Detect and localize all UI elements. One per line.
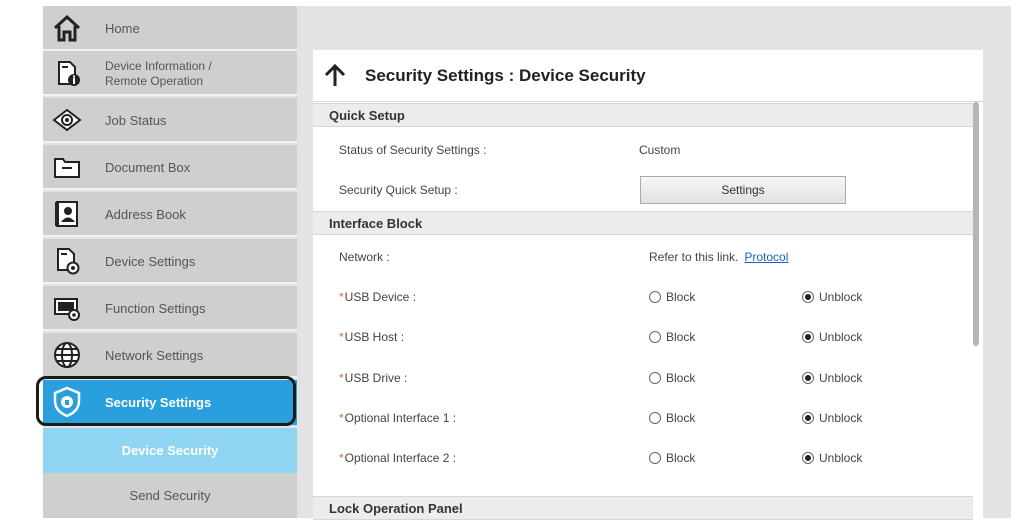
radio-circle	[802, 452, 814, 464]
radio-circle	[649, 372, 661, 384]
radio-circle	[649, 412, 661, 424]
sidebar-item-label: Device Information / Remote Operation	[105, 51, 212, 96]
radio-circle	[802, 291, 814, 303]
network-label: Network :	[339, 250, 390, 264]
sidebar-item-label: Address Book	[105, 207, 186, 222]
usb-drive-unblock-radio[interactable]: Unblock	[802, 368, 862, 388]
device-settings-icon	[51, 245, 83, 277]
address-book-icon	[51, 198, 83, 230]
page-title-bar: Security Settings : Device Security	[313, 50, 983, 102]
focus-ring	[36, 376, 296, 426]
arrow-up-icon[interactable]	[323, 63, 347, 93]
folder-icon	[51, 151, 83, 183]
page-title: Security Settings : Device Security	[365, 66, 646, 85]
sidebar-item-label: Function Settings	[105, 301, 206, 316]
section-header-quick-setup: Quick Setup	[313, 103, 973, 127]
radio-circle	[649, 291, 661, 303]
home-icon	[51, 12, 83, 44]
sidebar-item-job-status[interactable]: Job Status	[43, 98, 297, 143]
sidebar-item-label: Job Status	[105, 113, 167, 128]
usb-device-label: * USB Device :	[339, 290, 417, 304]
sidebar-item-security-settings[interactable]: Security Settings	[36, 376, 297, 426]
optional-interface-1-label: * Optional Interface 1 :	[339, 411, 457, 425]
optional-interface-2-unblock-radio[interactable]: Unblock	[802, 448, 862, 468]
label-line-2: Remote Operation	[105, 73, 204, 88]
section-header-interface-block: Interface Block	[313, 211, 973, 235]
usb-host-label: * USB Host :	[339, 330, 405, 344]
protocol-link[interactable]: Protocol	[744, 250, 788, 264]
security-quick-setup-label: Security Quick Setup :	[339, 183, 458, 197]
sidebar-item-home[interactable]: Home	[43, 6, 297, 51]
radio-circle	[649, 452, 661, 464]
sidebar-item-device-settings[interactable]: Device Settings	[43, 239, 297, 284]
status-of-security-value: Custom	[639, 143, 681, 157]
sidebar-subitem-device-security[interactable]: Device Security	[43, 428, 297, 473]
network-value: Refer to this link. Protocol	[649, 247, 788, 267]
optional-interface-1-unblock-radio[interactable]: Unblock	[802, 408, 862, 428]
radio-circle	[649, 331, 661, 343]
sidebar-subitem-send-security[interactable]: Send Security	[43, 473, 297, 518]
function-settings-icon	[51, 292, 83, 324]
sidebar-item-document-box[interactable]: Document Box	[43, 145, 297, 190]
section-header-lock-operation-panel: Lock Operation Panel	[313, 496, 973, 520]
sidebar-item-label: Network Settings	[105, 348, 204, 363]
usb-host-block-radio[interactable]: Block	[649, 327, 695, 347]
sidebar-item-function-settings[interactable]: Function Settings	[43, 286, 297, 331]
optional-interface-2-block-radio[interactable]: Block	[649, 448, 695, 468]
main-panel: Security Settings : Device Security Quic…	[313, 50, 983, 520]
optional-interface-2-label: * Optional Interface 2 :	[339, 451, 457, 465]
device-info-icon	[51, 57, 83, 89]
radio-circle	[802, 372, 814, 384]
scrollbar[interactable]	[973, 102, 979, 346]
status-of-security-label: Status of Security Settings :	[339, 143, 487, 157]
radio-circle	[802, 412, 814, 424]
sidebar-item-label: Document Box	[105, 160, 191, 175]
usb-drive-label: * USB Drive :	[339, 371, 408, 385]
radio-circle	[802, 331, 814, 343]
usb-device-block-radio[interactable]: Block	[649, 287, 695, 307]
usb-host-unblock-radio[interactable]: Unblock	[802, 327, 862, 347]
network-refer-text: Refer to this link.	[649, 250, 739, 264]
optional-interface-1-block-radio[interactable]: Block	[649, 408, 695, 428]
sidebar-item-device-information[interactable]: Device Information / Remote Operation	[43, 51, 297, 96]
sidebar-item-label: Home	[105, 21, 140, 36]
settings-button[interactable]: Settings	[640, 176, 846, 204]
sidebar-item-address-book[interactable]: Address Book	[43, 192, 297, 237]
eye-icon	[51, 104, 83, 136]
sidebar-item-label: Device Settings	[105, 254, 196, 269]
usb-device-unblock-radio[interactable]: Unblock	[802, 287, 862, 307]
globe-icon	[51, 339, 83, 371]
sidebar: Home Device Information / Remote Operati…	[36, 6, 297, 518]
usb-drive-block-radio[interactable]: Block	[649, 368, 695, 388]
sidebar-item-network-settings[interactable]: Network Settings	[43, 333, 297, 378]
label-line-1: Device Information /	[105, 58, 212, 73]
